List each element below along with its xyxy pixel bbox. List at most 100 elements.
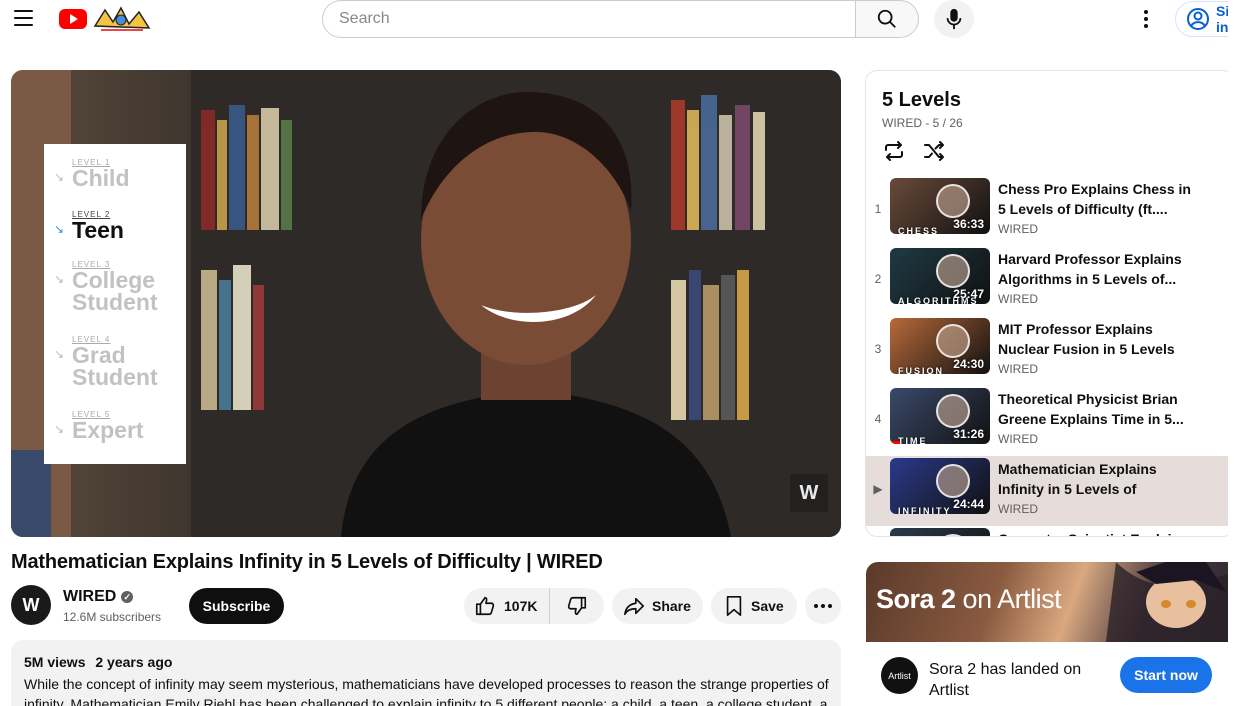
watch-progress	[890, 441, 900, 444]
playlist-item-thumbnail: CHESS 36:33	[890, 178, 990, 234]
playlist-item-title: Harvard Professor Explains Algorithms in…	[998, 251, 1182, 287]
playlist-items: 1 CHESS 36:33 Chess Pro Explains Chess in 5…	[866, 176, 1234, 536]
more-horizontal-icon	[814, 604, 832, 608]
playlist-item[interactable]: 3 FUSION 24:30 MIT Professor Explains Nucle…	[866, 316, 1234, 386]
arrow-icon: ↘	[54, 170, 65, 184]
playlist-item-thumbnail: INFINITY 24:44	[890, 458, 990, 514]
youtube-logo[interactable]	[59, 4, 153, 34]
channel-name-label: WIRED	[63, 588, 117, 605]
presenter-face	[936, 464, 970, 498]
playlist-item-title: Theoretical Physicist Brian Greene Expla…	[998, 391, 1184, 427]
arrow-icon: ↘	[54, 222, 65, 236]
duration-badge: 36:33	[953, 217, 984, 231]
presenter-face	[936, 324, 970, 358]
channel-avatar[interactable]: W	[11, 585, 51, 625]
level-1: ↘ LEVEL 1 Child	[54, 158, 130, 191]
playlist-item[interactable]: 6Computer Scientist ExplainsWIRED	[866, 526, 1234, 536]
presenter-face	[936, 254, 970, 288]
playlist-item[interactable]: ▶ INFINITY 24:44 Mathematician Explains Inf…	[866, 456, 1234, 526]
settings-more-icon[interactable]	[1136, 6, 1156, 32]
presenter-face	[936, 394, 970, 428]
playlist-item-channel: WIRED	[998, 292, 1038, 306]
shuffle-icon[interactable]	[922, 139, 946, 163]
playlist-item[interactable]: 1 CHESS 36:33 Chess Pro Explains Chess in 5…	[866, 176, 1234, 246]
video-player[interactable]: ↘ LEVEL 1 Child ↘ LEVEL 2 Teen ↘ LEVEL 3…	[11, 70, 841, 537]
save-button[interactable]: Save	[711, 588, 797, 624]
search-icon	[877, 9, 896, 28]
playlist-item-index: 3	[874, 342, 882, 356]
duration-badge: 31:26	[953, 427, 984, 441]
ad-headline: Sora 2 on Artlist	[876, 584, 1062, 614]
level-5: ↘ LEVEL 5 Expert	[54, 410, 144, 443]
playlist-item-channel: WIRED	[998, 432, 1038, 446]
view-count: 5M views	[24, 654, 86, 670]
save-label: Save	[751, 598, 784, 614]
arrow-icon: ↘	[54, 422, 65, 436]
doodle-icon	[93, 6, 151, 31]
level-2: ↘ LEVEL 2 Teen	[54, 210, 124, 243]
microphone-icon	[946, 8, 962, 30]
playlist-panel: 5 Levels WIRED - 5 / 26 1 CHESS 36:33 Chess…	[865, 70, 1235, 537]
video-title: Mathematician Explains Infinity in 5 Lev…	[11, 551, 603, 573]
arrow-icon: ↘	[54, 272, 65, 286]
wired-watermark: W	[790, 474, 828, 512]
share-button[interactable]: Share	[612, 588, 703, 624]
playlist-item[interactable]: 4 TIME 31:26 Theoretical Physicist Brian Gr…	[866, 386, 1234, 456]
like-count: 107K	[504, 598, 538, 614]
playlist-item-thumbnail: ALGORITHMS 25:47	[890, 248, 990, 304]
upload-age: 2 years ago	[95, 654, 173, 670]
presenter-face	[936, 534, 970, 536]
youtube-play-icon	[59, 9, 87, 29]
playlist-item-channel: WIRED	[998, 362, 1038, 376]
playlist-item[interactable]: 2 ALGORITHMS 25:47 Harvard Professor Explai…	[866, 246, 1234, 316]
dislike-button[interactable]	[550, 595, 604, 617]
playlist-item-title: Mathematician Explains Infinity in 5 Lev…	[998, 461, 1157, 497]
levels-overlay: ↘ LEVEL 1 Child ↘ LEVEL 2 Teen ↘ LEVEL 3…	[44, 144, 186, 464]
voice-search-button[interactable]	[934, 0, 974, 38]
more-actions-button[interactable]	[805, 588, 841, 624]
video-meta: 5M views 2 years ago	[24, 654, 178, 670]
ad-banner[interactable]: Sora 2 on Artlist	[866, 562, 1238, 642]
playlist-item-index: 1	[874, 202, 882, 216]
ad-text: Sora 2 has landed on Artlist	[929, 661, 1082, 699]
duration-badge: 25:47	[953, 287, 984, 301]
playlist-item-title: MIT Professor Explains Nuclear Fusion in…	[998, 321, 1175, 357]
duration-badge: 24:30	[953, 357, 984, 371]
thumbs-down-icon	[567, 596, 587, 616]
playlist-item-thumbnail: FUSION 24:30	[890, 318, 990, 374]
level-4: ↘ LEVEL 4 Grad Student	[54, 335, 158, 390]
playlist-item-channel: WIRED	[998, 222, 1038, 236]
share-label: Share	[652, 598, 691, 614]
advertiser-logo[interactable]: Artlist	[881, 657, 918, 694]
search-input[interactable]: Search	[322, 0, 856, 38]
menu-icon[interactable]	[14, 10, 33, 26]
duration-badge: 24:44	[953, 497, 984, 511]
description-box[interactable]: 5M views 2 years ago While the concept o…	[11, 640, 841, 706]
bookmark-icon	[726, 596, 742, 616]
search-button[interactable]	[855, 0, 919, 38]
like-button[interactable]: 107K	[464, 588, 550, 624]
playlist-item-channel: WIRED	[998, 502, 1038, 516]
presenter-face	[936, 184, 970, 218]
playlist-title[interactable]: 5 Levels	[882, 89, 961, 112]
level-3: ↘ LEVEL 3 College Student	[54, 260, 158, 315]
playlist-item-title: Chess Pro Explains Chess in 5 Levels of …	[998, 181, 1191, 217]
playlist-item-thumbnail: TIME 31:26	[890, 388, 990, 444]
verified-icon: ✓	[121, 591, 134, 603]
thumbnail-caption: TIME	[898, 436, 928, 444]
thumbnail-caption: FUSION	[898, 366, 945, 374]
account-icon	[1187, 8, 1209, 30]
like-dislike-group: 107K	[464, 588, 604, 624]
playlist-item-thumbnail	[890, 528, 990, 536]
loop-icon[interactable]	[882, 139, 906, 163]
subscriber-count: 12.6M subscribers	[63, 610, 162, 624]
playlist-item-index: 4	[874, 412, 882, 426]
description-text: While the concept of infinity may seem m…	[24, 676, 829, 706]
ad-start-button[interactable]: Start now	[1120, 657, 1212, 693]
thumbs-up-icon	[475, 596, 495, 616]
subscribe-button[interactable]: Subscribe	[189, 588, 284, 624]
thumbnail-caption: CHESS	[898, 226, 940, 234]
playlist-item-index: 2	[874, 272, 882, 286]
channel-name[interactable]: WIRED ✓	[63, 588, 134, 606]
playlist-item-index: ▶	[873, 482, 883, 496]
